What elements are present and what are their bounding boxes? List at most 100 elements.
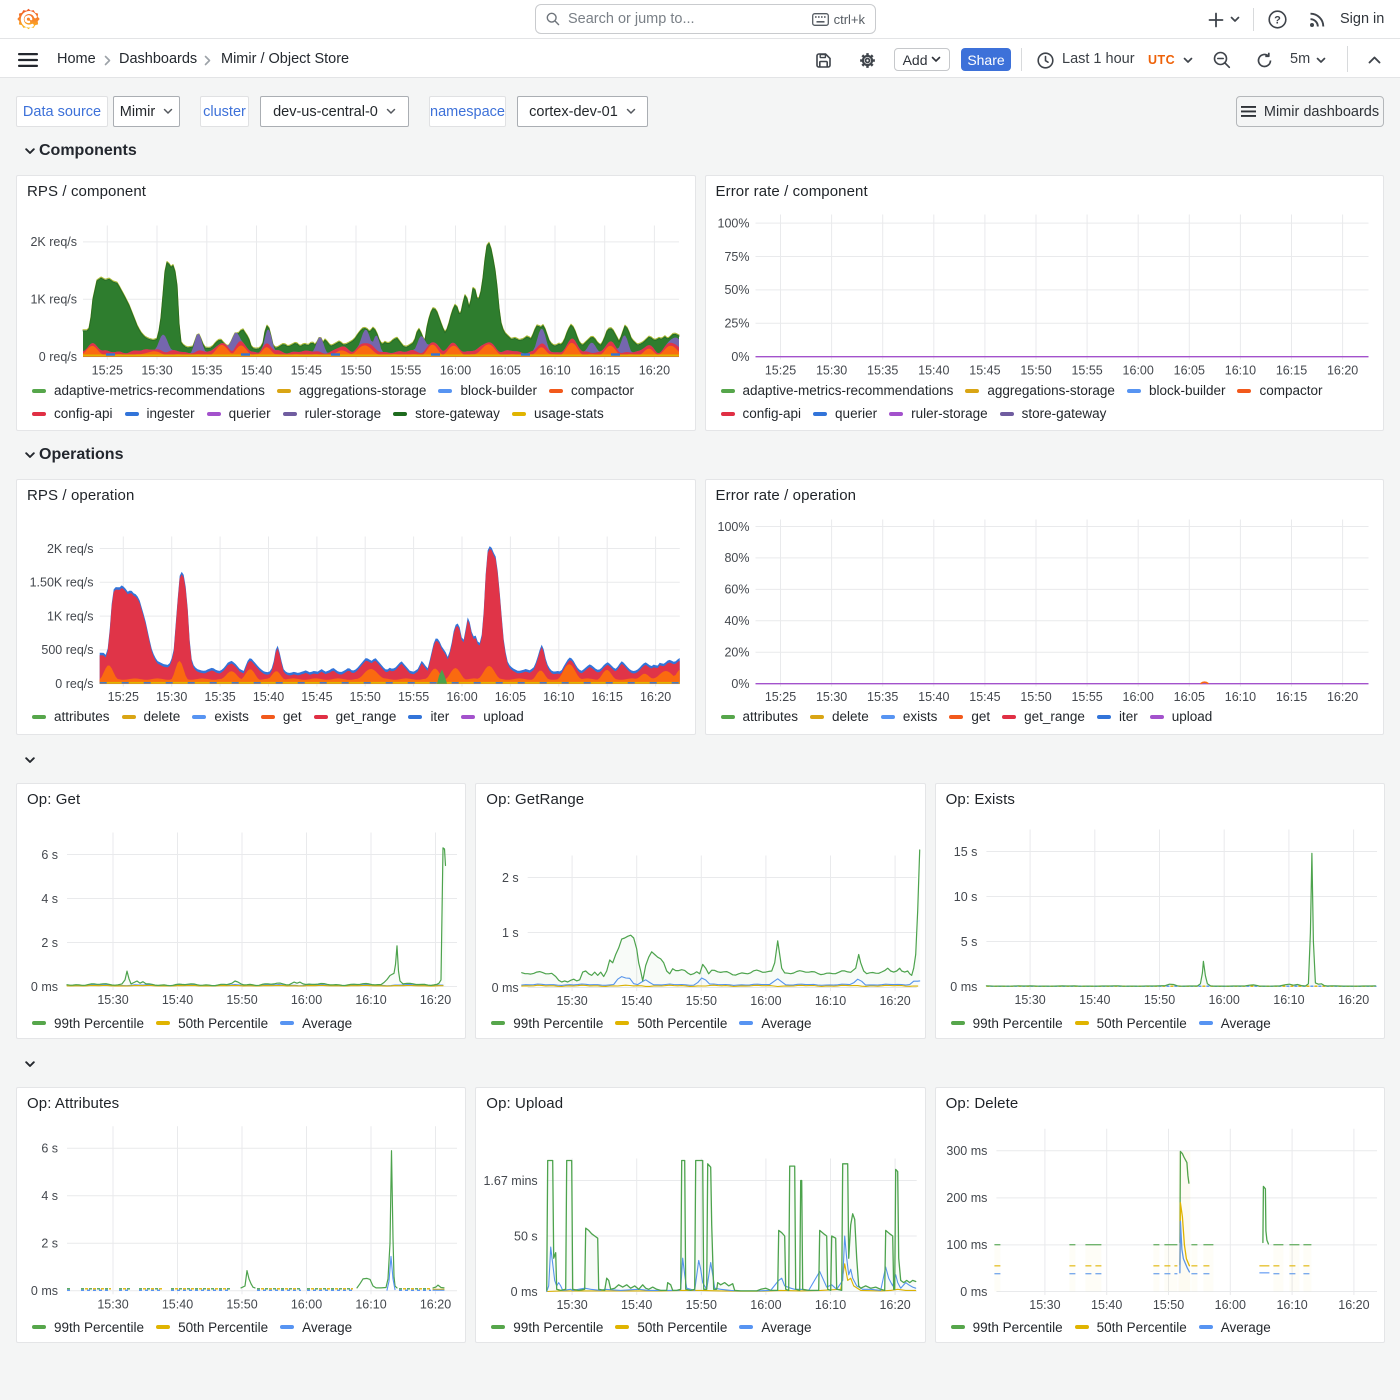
svg-text:15:55: 15:55 — [390, 363, 421, 377]
svg-text:16:05: 16:05 — [495, 690, 526, 704]
svg-text:15:35: 15:35 — [204, 690, 235, 704]
svg-text:15:50: 15:50 — [1152, 1298, 1183, 1312]
svg-text:15:30: 15:30 — [156, 690, 187, 704]
svg-text:15 s: 15 s — [953, 844, 977, 858]
svg-text:15:45: 15:45 — [291, 363, 322, 377]
svg-text:15:45: 15:45 — [969, 363, 1000, 377]
svg-text:0%: 0% — [731, 677, 749, 691]
svg-text:16:10: 16:10 — [815, 1298, 846, 1312]
svg-text:15:25: 15:25 — [108, 690, 139, 704]
svg-text:0 ms: 0 ms — [960, 1284, 987, 1298]
svg-text:15:55: 15:55 — [1071, 363, 1102, 377]
svg-text:15:35: 15:35 — [191, 363, 222, 377]
svg-text:200 ms: 200 ms — [946, 1191, 987, 1205]
svg-text:15:40: 15:40 — [918, 363, 949, 377]
svg-text:2K req/s: 2K req/s — [47, 541, 94, 555]
svg-text:15:35: 15:35 — [867, 690, 898, 704]
svg-text:16:00: 16:00 — [1122, 363, 1153, 377]
svg-text:15:50: 15:50 — [1143, 993, 1174, 1007]
svg-text:15:35: 15:35 — [867, 363, 898, 377]
svg-text:16:20: 16:20 — [1326, 363, 1357, 377]
svg-text:15:25: 15:25 — [92, 363, 123, 377]
svg-text:16:20: 16:20 — [639, 363, 670, 377]
svg-text:15:50: 15:50 — [350, 690, 381, 704]
svg-text:15:40: 15:40 — [1079, 993, 1110, 1007]
svg-text:15:45: 15:45 — [301, 690, 332, 704]
svg-text:15:50: 15:50 — [340, 363, 371, 377]
svg-text:15:30: 15:30 — [1014, 993, 1045, 1007]
svg-text:6 s: 6 s — [41, 847, 58, 861]
svg-text:0 req/s: 0 req/s — [39, 350, 77, 364]
svg-text:16:10: 16:10 — [539, 363, 570, 377]
svg-text:15:50: 15:50 — [1020, 690, 1051, 704]
svg-text:0 ms: 0 ms — [511, 1284, 538, 1298]
svg-text:2 s: 2 s — [41, 935, 58, 949]
svg-text:15:45: 15:45 — [969, 690, 1000, 704]
svg-text:15:40: 15:40 — [1091, 1298, 1122, 1312]
svg-text:16:00: 16:00 — [1122, 690, 1153, 704]
svg-text:15:30: 15:30 — [557, 1298, 588, 1312]
svg-text:0 ms: 0 ms — [31, 1284, 58, 1298]
svg-text:16:10: 16:10 — [1276, 1298, 1307, 1312]
svg-text:16:10: 16:10 — [1273, 993, 1304, 1007]
svg-text:15:30: 15:30 — [557, 994, 588, 1008]
svg-text:15:40: 15:40 — [621, 1298, 652, 1312]
svg-text:80%: 80% — [724, 551, 749, 565]
svg-text:500 req/s: 500 req/s — [41, 643, 93, 657]
svg-text:16:20: 16:20 — [1326, 690, 1357, 704]
svg-text:1.50K req/s: 1.50K req/s — [30, 575, 94, 589]
svg-text:15:30: 15:30 — [97, 1297, 128, 1311]
svg-text:1 s: 1 s — [502, 925, 519, 939]
svg-text:15:40: 15:40 — [918, 690, 949, 704]
svg-text:16:20: 16:20 — [880, 1298, 911, 1312]
svg-text:15:30: 15:30 — [815, 363, 846, 377]
svg-text:15:30: 15:30 — [1029, 1298, 1060, 1312]
svg-text:16:10: 16:10 — [355, 1297, 386, 1311]
svg-text:15:40: 15:40 — [241, 363, 272, 377]
svg-text:16:20: 16:20 — [1338, 993, 1369, 1007]
svg-text:16:10: 16:10 — [1224, 363, 1255, 377]
svg-text:15:30: 15:30 — [815, 690, 846, 704]
svg-text:15:40: 15:40 — [621, 994, 652, 1008]
svg-text:16:00: 16:00 — [291, 1297, 322, 1311]
svg-text:40%: 40% — [724, 614, 749, 628]
svg-text:15:40: 15:40 — [162, 1297, 193, 1311]
svg-text:6 s: 6 s — [41, 1141, 58, 1155]
svg-text:1K req/s: 1K req/s — [47, 609, 94, 623]
svg-text:4 s: 4 s — [41, 891, 58, 905]
svg-text:16:10: 16:10 — [1224, 690, 1255, 704]
svg-text:15:30: 15:30 — [141, 363, 172, 377]
svg-text:16:15: 16:15 — [589, 363, 620, 377]
svg-text:15:40: 15:40 — [162, 993, 193, 1007]
svg-text:75%: 75% — [724, 249, 749, 263]
svg-text:16:00: 16:00 — [440, 363, 471, 377]
svg-text:16:10: 16:10 — [543, 690, 574, 704]
svg-text:1K req/s: 1K req/s — [30, 292, 77, 306]
svg-text:15:40: 15:40 — [253, 690, 284, 704]
svg-text:16:20: 16:20 — [640, 690, 671, 704]
svg-text:60%: 60% — [724, 582, 749, 596]
svg-text:1.67 mins: 1.67 mins — [484, 1173, 538, 1187]
svg-text:2K req/s: 2K req/s — [30, 235, 77, 249]
svg-text:16:00: 16:00 — [446, 690, 477, 704]
svg-text:?: ? — [1274, 14, 1281, 26]
svg-text:16:05: 16:05 — [490, 363, 521, 377]
svg-text:15:50: 15:50 — [226, 993, 257, 1007]
svg-text:0 req/s: 0 req/s — [55, 677, 93, 691]
svg-text:15:50: 15:50 — [226, 1297, 257, 1311]
svg-text:15:55: 15:55 — [398, 690, 429, 704]
svg-text:20%: 20% — [724, 645, 749, 659]
svg-text:15:50: 15:50 — [1020, 363, 1051, 377]
svg-text:15:30: 15:30 — [97, 993, 128, 1007]
svg-text:16:20: 16:20 — [420, 993, 451, 1007]
svg-text:100%: 100% — [717, 216, 749, 230]
svg-text:16:15: 16:15 — [1275, 690, 1306, 704]
svg-text:16:00: 16:00 — [291, 993, 322, 1007]
svg-text:100 ms: 100 ms — [946, 1238, 987, 1252]
svg-text:50 s: 50 s — [514, 1229, 538, 1243]
svg-text:16:20: 16:20 — [420, 1297, 451, 1311]
svg-text:16:00: 16:00 — [751, 994, 782, 1008]
svg-text:100%: 100% — [717, 519, 749, 533]
svg-text:15:50: 15:50 — [686, 994, 717, 1008]
svg-text:16:05: 16:05 — [1173, 363, 1204, 377]
